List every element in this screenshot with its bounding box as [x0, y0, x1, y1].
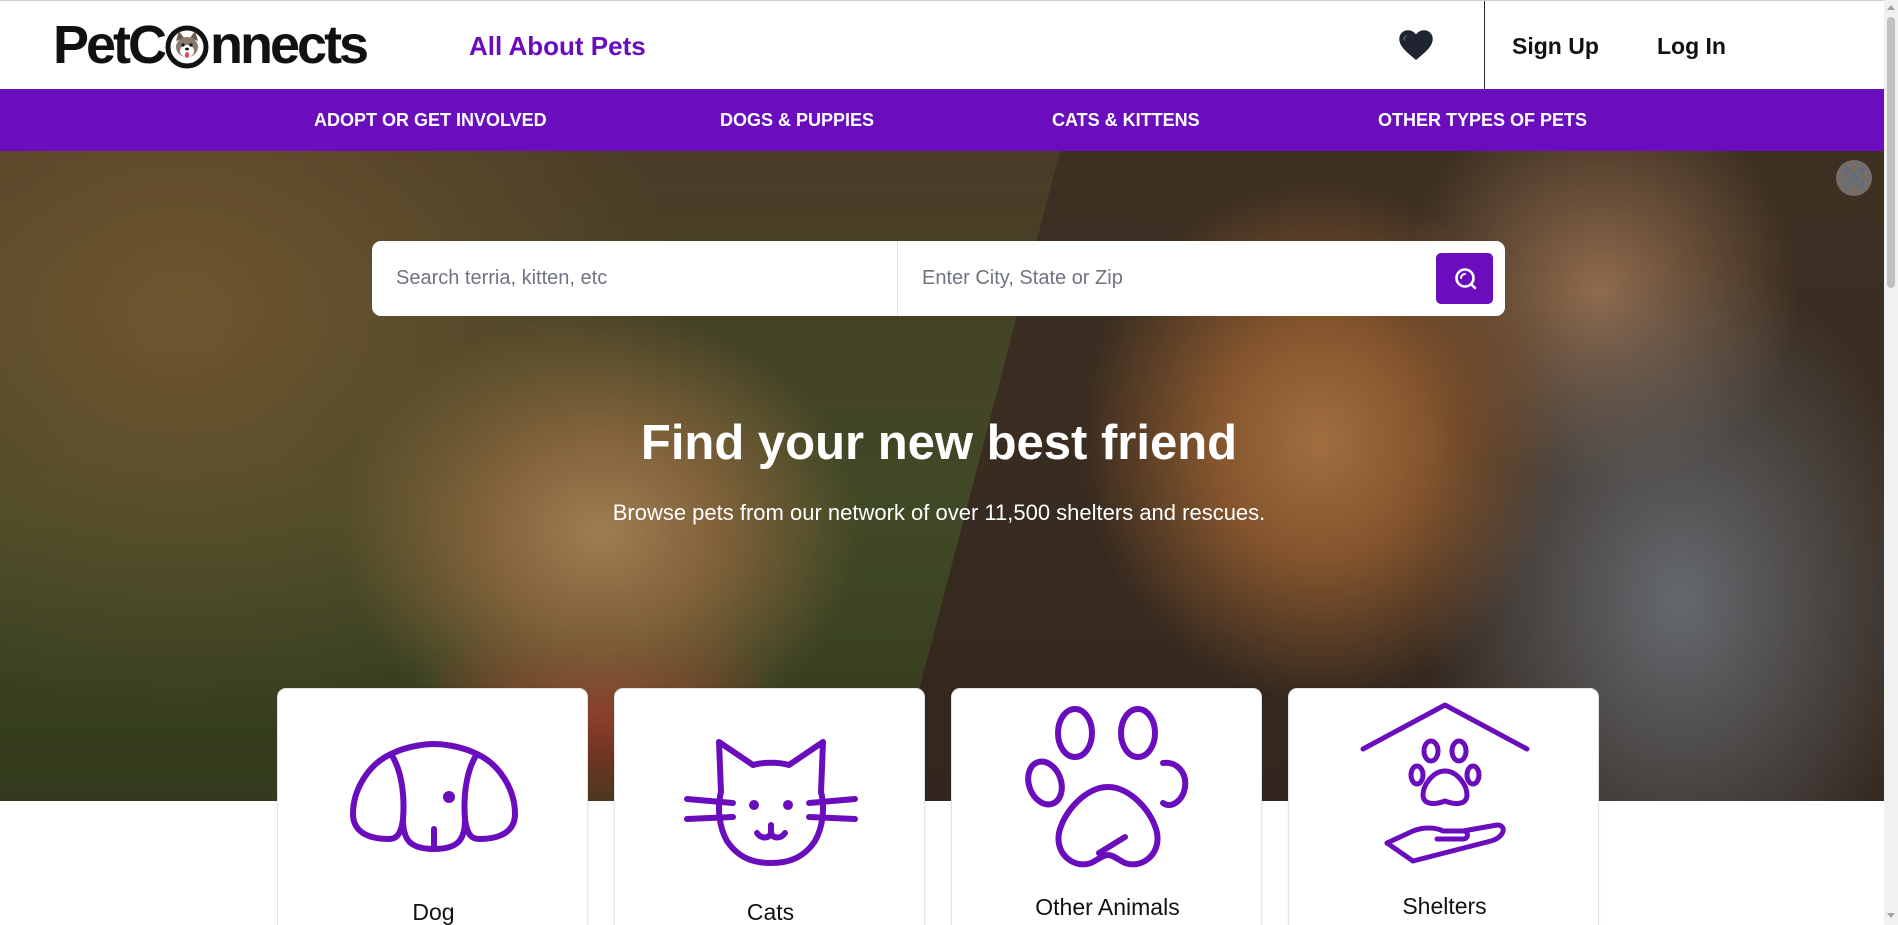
header-divider — [1484, 1, 1485, 90]
category-label: Other Animals — [1035, 894, 1180, 920]
nav-cats-kittens[interactable]: CATS & KITTENS — [1052, 110, 1200, 130]
logo-text-start: PetC — [53, 15, 167, 75]
hero-subtitle: Browse pets from our network of over 11,… — [612, 500, 1266, 525]
nav-adopt-or-get-involved[interactable]: ADOPT OR GET INVOLVED — [314, 110, 547, 130]
scroll-down-arrow-icon[interactable] — [1887, 913, 1895, 918]
paw-icon — [1025, 706, 1189, 868]
visual-search-button[interactable] — [1836, 160, 1872, 196]
pet-search-bar — [372, 241, 1505, 316]
search-button[interactable] — [1436, 253, 1493, 304]
logo-text-end: nnects — [210, 15, 369, 75]
all-about-pets-link[interactable]: All About Pets — [469, 31, 646, 61]
visual-search-icon — [1844, 168, 1864, 188]
scrollbar-thumb[interactable] — [1887, 17, 1895, 288]
category-card-shelters[interactable]: Shelters — [1288, 688, 1599, 925]
scroll-up-arrow-icon[interactable] — [1887, 5, 1895, 10]
category-label: Shelters — [1402, 893, 1487, 919]
pet-search-input[interactable] — [372, 248, 897, 309]
site-logo[interactable]: PetC nnects — [53, 15, 369, 75]
hero-title: Find your new best friend — [640, 416, 1238, 470]
nav-other-types-of-pets[interactable]: OTHER TYPES OF PETS — [1378, 110, 1587, 130]
location-input[interactable] — [898, 248, 1438, 309]
main-nav: ADOPT OR GET INVOLVED DOGS & PUPPIES CAT… — [0, 89, 1884, 151]
search-icon — [1454, 267, 1476, 289]
log-in-link[interactable]: Log In — [1657, 31, 1726, 61]
category-label: Dog — [412, 899, 455, 925]
category-label: Cats — [746, 899, 795, 925]
heart-icon — [1399, 30, 1433, 60]
page-scrollbar[interactable] — [1884, 0, 1898, 925]
dog-icon — [350, 741, 518, 852]
favorites-button[interactable] — [1397, 27, 1435, 63]
sign-up-link[interactable]: Sign Up — [1512, 31, 1599, 61]
nav-dogs-puppies[interactable]: DOGS & PUPPIES — [720, 110, 874, 130]
shelter-icon — [1360, 702, 1530, 864]
category-card-dog[interactable]: Dog — [277, 688, 588, 925]
cat-icon — [684, 739, 858, 866]
category-card-cats[interactable]: Cats — [614, 688, 925, 925]
husky-logo-icon — [165, 25, 209, 69]
category-card-other-animals[interactable]: Other Animals — [951, 688, 1262, 925]
site-header: PetC nnects All About Pets Sign Up Log I… — [0, 0, 1884, 90]
